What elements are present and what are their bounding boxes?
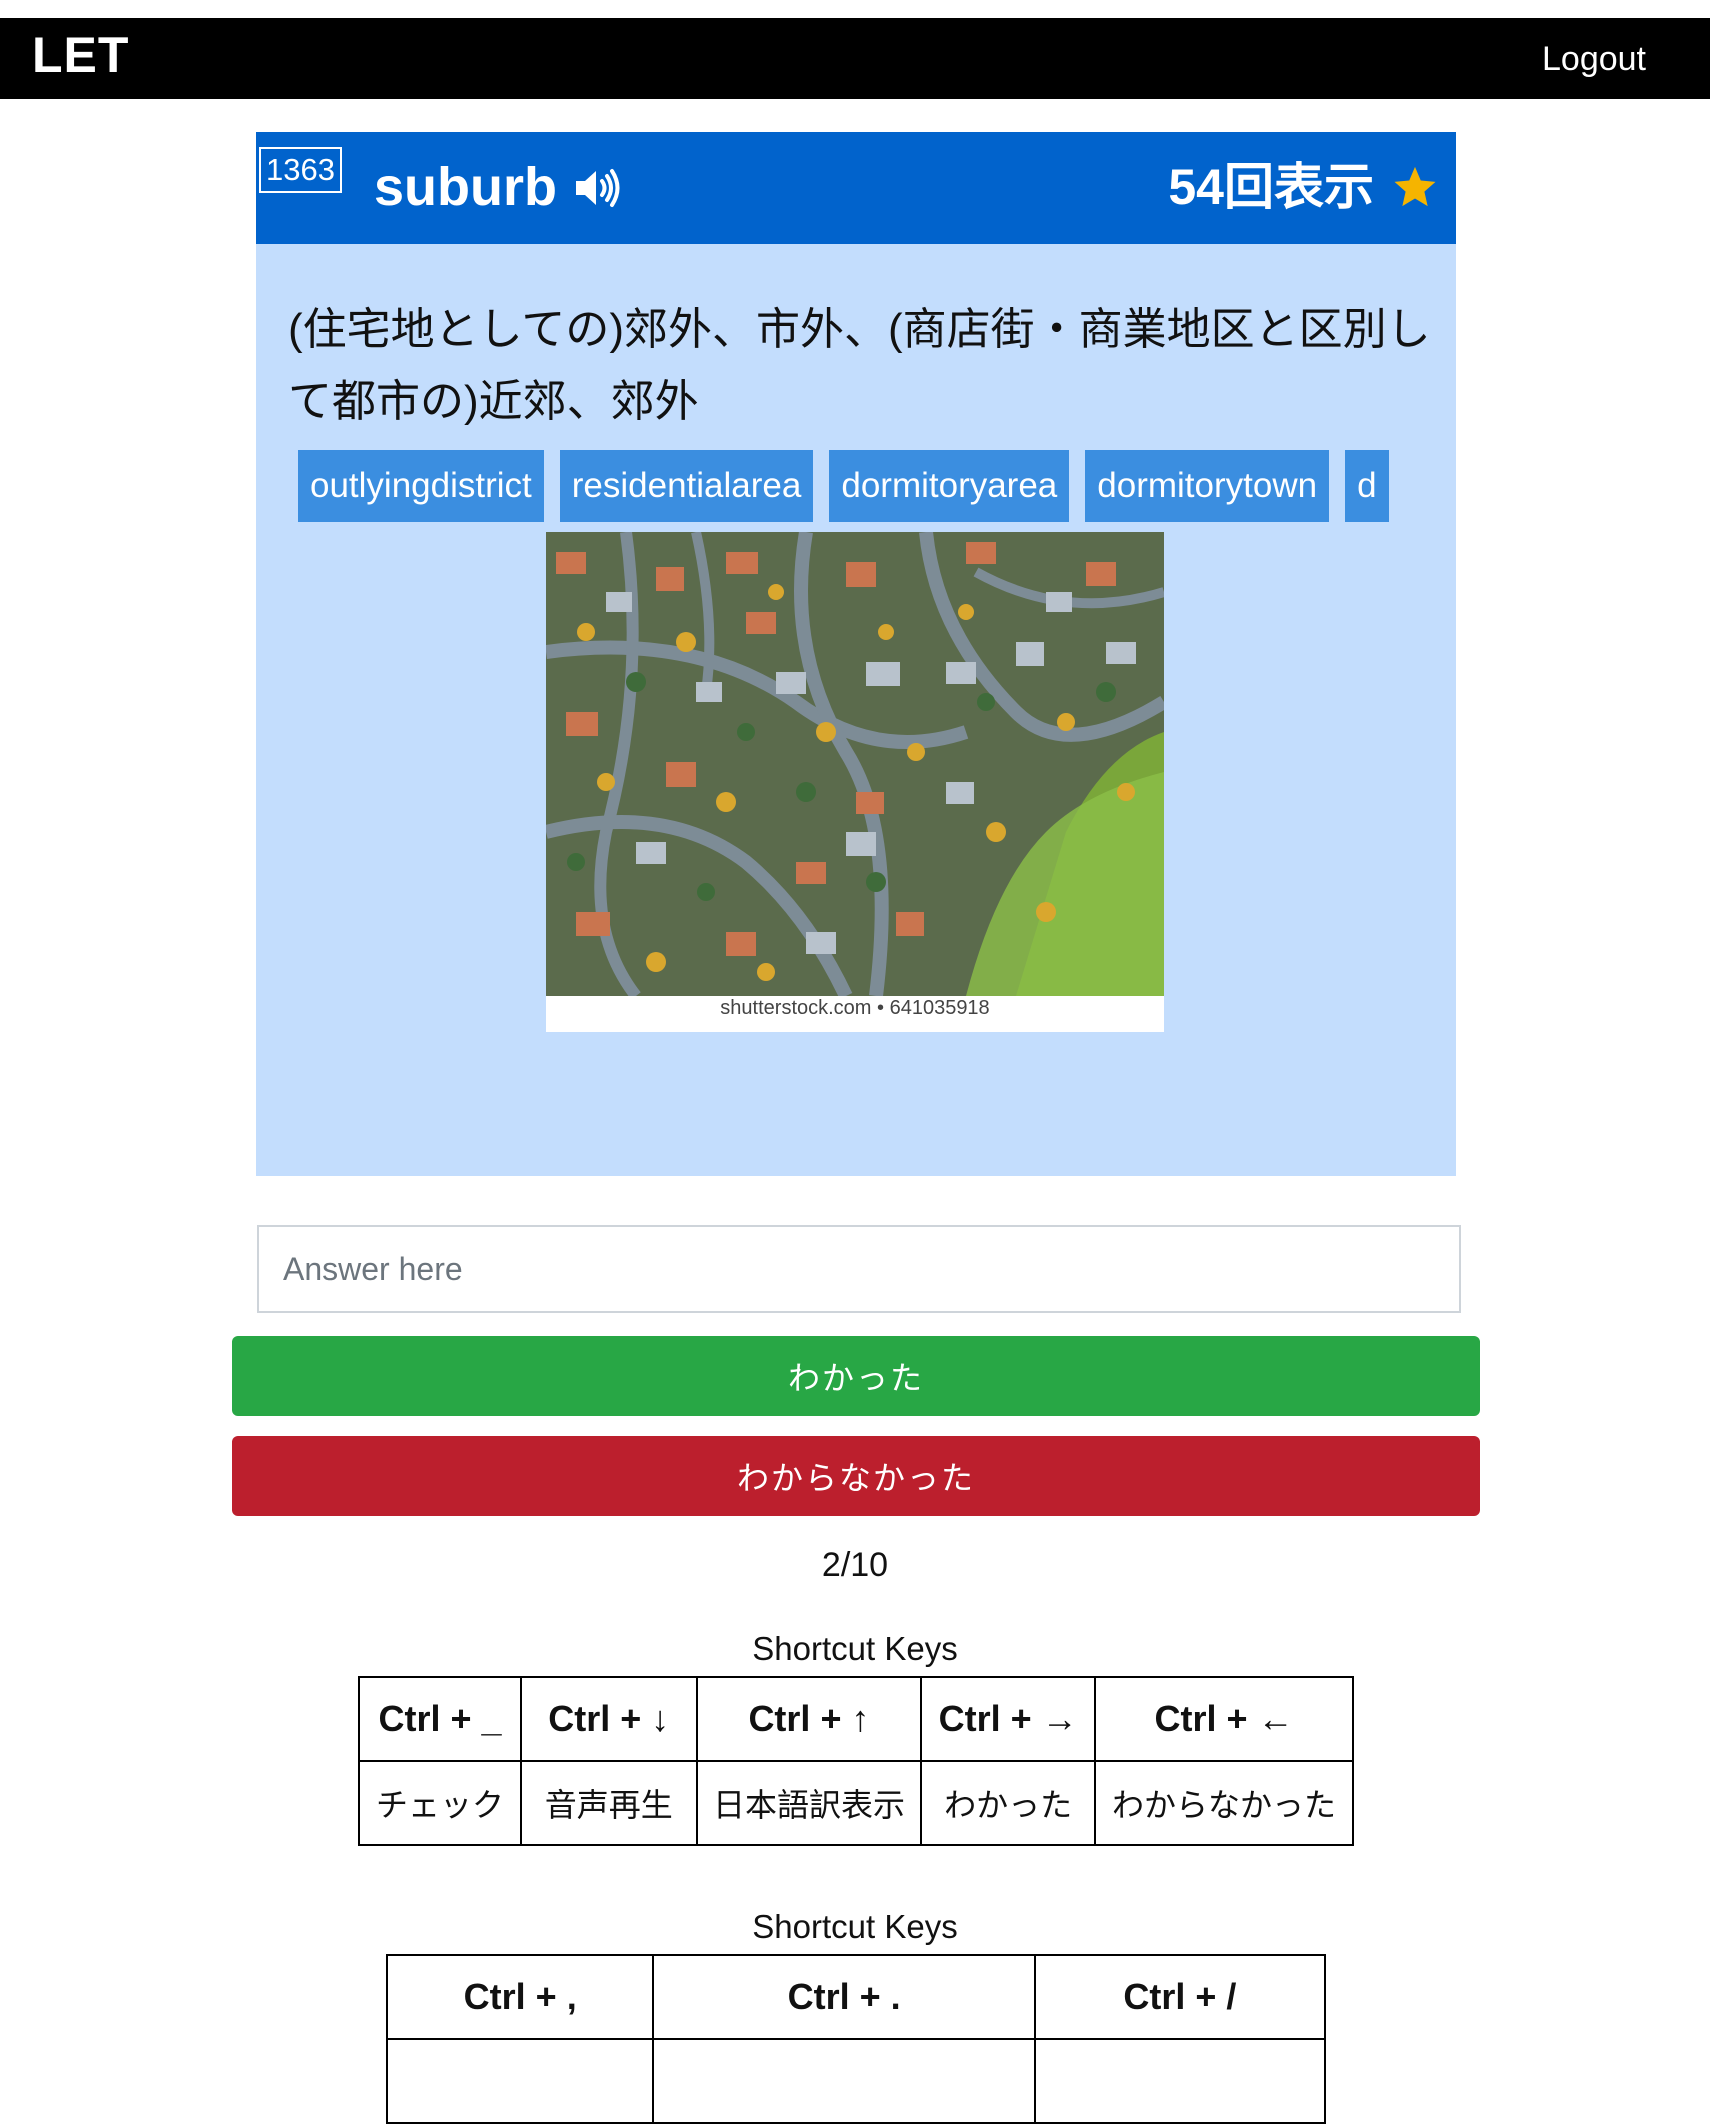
view-count: 54回表示 <box>1168 159 1374 215</box>
shortcut-key: Ctrl + / <box>1033 1954 1327 2040</box>
shortcut-key: Ctrl + → <box>920 1676 1096 1762</box>
shortcut-action: わかった <box>920 1760 1096 1846</box>
japanese-meaning: (住宅地としての)郊外、市外、(商店街・商業地区と区別して都市の)近郊、郊外 <box>288 305 1431 426</box>
shortcut-key: Ctrl + ← <box>1094 1676 1354 1762</box>
shortcut-key: Ctrl + ↓ <box>519 1676 698 1762</box>
shortcut-caption: Shortcut Keys <box>752 1908 958 1945</box>
progress-counter: 2/10 <box>821 1546 889 1584</box>
tag-chip[interactable]: dormitoryarea <box>829 450 1070 522</box>
word-card: 1363 suburb 54回表示 (住宅地としての)郊外、市外、(商店街・商業… <box>256 132 1456 1176</box>
shortcut-key: Ctrl + . <box>652 1954 1036 2040</box>
tag-chip[interactable]: d <box>1345 450 1389 522</box>
shortcut-action <box>385 2038 655 2124</box>
tag-chip[interactable]: residentialarea <box>559 450 814 522</box>
tag-chip[interactable]: dormitorytown <box>1085 450 1330 522</box>
speaker-icon[interactable] <box>574 166 622 210</box>
image-credit: shutterstock.com • 641035918 <box>720 997 990 1019</box>
shortcut-table: Ctrl + _ Ctrl + ↓ Ctrl + ↑ Ctrl + → Ctrl… <box>358 1676 1354 1846</box>
shortcut-key: Ctrl + , <box>385 1954 655 2040</box>
word-id-badge: 1363 <box>259 147 342 193</box>
shortcut-key: Ctrl + _ <box>358 1676 522 1762</box>
logout-link[interactable]: Logout <box>1542 40 1646 79</box>
understood-button[interactable]: わかった <box>232 1336 1480 1416</box>
shortcut-action: チェック <box>358 1760 522 1846</box>
brand-logo[interactable]: LET <box>32 26 129 84</box>
suburb-photo: shutterstock.com • 641035918 <box>546 532 1164 1032</box>
shortcut-action <box>652 2038 1036 2124</box>
aerial-suburb-image <box>546 532 1164 996</box>
word-title: suburb <box>374 157 557 217</box>
shortcut-table: Ctrl + , Ctrl + . Ctrl + / <box>385 1954 1327 2124</box>
card-header: 1363 suburb 54回表示 <box>256 132 1456 244</box>
shortcut-caption: Shortcut Keys <box>752 1630 958 1667</box>
shortcut-action: 音声再生 <box>519 1760 698 1846</box>
shortcut-action: わからなかった <box>1094 1760 1354 1846</box>
shortcut-action: 日本語訳表示 <box>695 1760 923 1846</box>
tag-chip[interactable]: outlyingdistrict <box>298 450 544 522</box>
shortcut-action <box>1033 2038 1327 2124</box>
shortcut-key: Ctrl + ↑ <box>695 1676 923 1762</box>
tag-list: outlyingdistrict residentialarea dormitory… <box>298 450 1424 524</box>
not-understood-button[interactable]: わからなかった <box>232 1436 1480 1516</box>
star-icon[interactable] <box>1392 164 1438 210</box>
navbar: LET Logout <box>0 18 1710 99</box>
answer-input[interactable] <box>257 1225 1461 1313</box>
